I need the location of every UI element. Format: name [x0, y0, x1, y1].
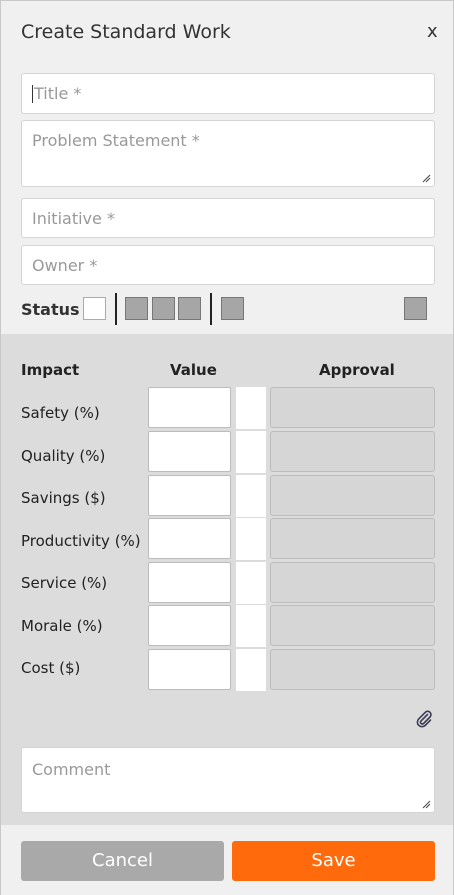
cost-unit-cell — [236, 649, 266, 691]
savings-value-input[interactable] — [148, 475, 231, 516]
morale-approval-field[interactable] — [270, 605, 435, 646]
safety-approval-field[interactable] — [270, 387, 435, 428]
productivity-value-input[interactable] — [148, 518, 231, 559]
value-header: Value — [170, 361, 217, 379]
owner-input[interactable]: Owner * — [21, 245, 435, 285]
owner-placeholder: Owner * — [32, 256, 98, 275]
quality-value-input[interactable] — [148, 431, 231, 472]
paperclip-icon[interactable] — [414, 709, 434, 729]
title-input[interactable]: Title * — [21, 73, 435, 114]
status-indicator-2[interactable] — [125, 297, 148, 320]
savings-approval-field[interactable] — [270, 475, 435, 516]
productivity-approval-field[interactable] — [270, 518, 435, 559]
morale-value-input[interactable] — [148, 605, 231, 646]
morale-unit-cell — [236, 605, 266, 647]
initiative-input[interactable]: Initiative * — [21, 198, 435, 238]
problem-statement-placeholder: Problem Statement * — [32, 131, 200, 150]
status-indicator-4[interactable] — [178, 297, 201, 320]
cost-approval-field[interactable] — [270, 649, 435, 690]
quality-approval-field[interactable] — [270, 431, 435, 472]
safety-unit-cell — [236, 387, 266, 429]
status-divider — [115, 293, 117, 325]
status-indicator-5[interactable] — [221, 297, 244, 320]
approval-header: Approval — [319, 361, 395, 379]
savings-unit-cell — [236, 475, 266, 517]
initiative-placeholder: Initiative * — [32, 209, 115, 228]
resize-handle-icon[interactable] — [422, 800, 431, 809]
save-button[interactable]: Save — [232, 841, 435, 881]
impact-header: Impact — [21, 361, 80, 379]
quality-unit-cell — [236, 431, 266, 473]
productivity-unit-cell — [236, 518, 266, 560]
comment-textarea[interactable]: Comment — [21, 747, 435, 813]
impact-row-label: Cost ($) — [21, 659, 81, 677]
create-standard-work-dialog: Create Standard Work x Title * Problem S… — [0, 0, 454, 895]
service-unit-cell — [236, 562, 266, 604]
cancel-button[interactable]: Cancel — [21, 841, 224, 881]
title-placeholder: Title * — [34, 84, 82, 103]
impact-row-label: Savings ($) — [21, 489, 106, 507]
impact-row-label: Quality (%) — [21, 447, 106, 465]
impact-row-label: Productivity (%) — [21, 532, 141, 550]
safety-value-input[interactable] — [148, 387, 231, 428]
status-label: Status — [21, 300, 80, 319]
dialog-title: Create Standard Work — [21, 21, 231, 43]
impact-row-label: Safety (%) — [21, 404, 100, 422]
service-approval-field[interactable] — [270, 562, 435, 603]
status-indicator-1[interactable] — [83, 297, 106, 320]
status-divider — [210, 293, 212, 325]
status-indicator-6[interactable] — [404, 297, 427, 320]
service-value-input[interactable] — [148, 562, 231, 603]
status-indicator-3[interactable] — [152, 297, 175, 320]
text-caret — [32, 84, 33, 103]
close-icon[interactable]: x — [427, 21, 438, 42]
impact-row-label: Service (%) — [21, 574, 108, 592]
cost-value-input[interactable] — [148, 649, 231, 690]
comment-placeholder: Comment — [32, 760, 111, 779]
resize-handle-icon[interactable] — [422, 174, 431, 183]
problem-statement-textarea[interactable]: Problem Statement * — [21, 120, 435, 187]
impact-row-label: Morale (%) — [21, 617, 103, 635]
